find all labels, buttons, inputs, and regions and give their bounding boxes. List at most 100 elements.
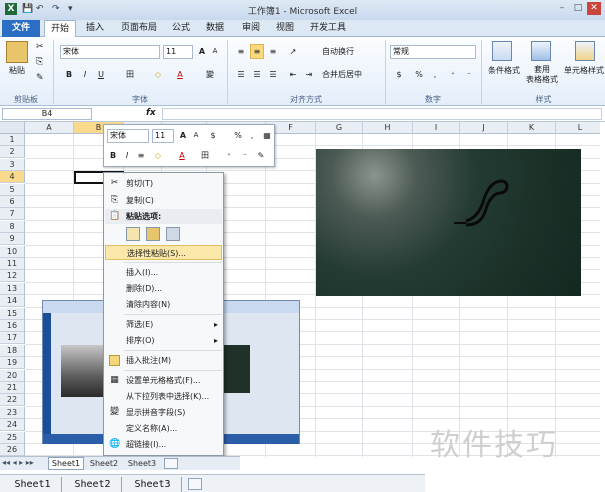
row-header-8[interactable]: 8 — [0, 220, 25, 233]
name-box[interactable]: B4 — [2, 108, 92, 120]
menu-item-hyperlink[interactable]: 🌐 超链接(I)... — [105, 437, 222, 452]
cell-styles-icon[interactable] — [575, 41, 595, 61]
row-header-16[interactable]: 16 — [0, 320, 25, 332]
row-header-13[interactable]: 13 — [0, 282, 25, 295]
currency-icon[interactable]: $ — [390, 67, 408, 82]
row-header-14[interactable]: 14 — [0, 295, 25, 308]
mini-bold-button[interactable]: B — [107, 148, 119, 163]
tab-view[interactable]: 视图 — [270, 20, 300, 37]
menu-item-paste-special[interactable]: 选择性粘贴(S)... — [105, 245, 222, 260]
tab-insert[interactable]: 插入 — [80, 20, 110, 37]
row-header-20[interactable]: 20 — [0, 369, 25, 382]
menu-item-cut[interactable]: ✂ 剪切(T) — [105, 176, 222, 191]
grow-font-button[interactable]: A — [196, 44, 208, 59]
menu-item-clear[interactable]: 清除内容(N) — [105, 297, 222, 312]
conditional-format-icon[interactable] — [492, 41, 512, 61]
menu-item-copy[interactable]: ⎘ 复制(C) — [105, 193, 222, 208]
shrink-font-button[interactable]: A — [209, 44, 221, 59]
redo-icon[interactable]: ↷ — [52, 3, 60, 16]
restore-button[interactable]: □ — [571, 2, 585, 15]
paste-values-icon[interactable] — [146, 227, 160, 241]
row-header-24[interactable]: 24 — [0, 419, 25, 432]
tab-home[interactable]: 开始 — [44, 20, 76, 38]
row-header-12[interactable]: 12 — [0, 270, 25, 283]
copy-icon[interactable]: ⎘ — [36, 57, 43, 67]
tab-data[interactable]: 数据 — [200, 20, 230, 37]
bottom-tab-sheet2[interactable]: Sheet2 — [64, 477, 122, 492]
tab-file[interactable]: 文件 — [2, 20, 40, 37]
column-header-j[interactable]: J — [460, 122, 508, 134]
mini-italic-button[interactable]: I — [121, 148, 133, 163]
paste-button[interactable]: 粘贴 — [4, 65, 30, 76]
number-format-combo[interactable]: 常规 — [390, 45, 476, 59]
column-header-a[interactable]: A — [25, 122, 74, 134]
mini-fill-color-icon[interactable]: ◇ — [151, 148, 165, 163]
cell-styles-button[interactable]: 单元格样式 — [563, 65, 605, 76]
menu-item-filter[interactable]: 筛选(E) ▸ — [105, 317, 222, 332]
sheet-nav-arrows-icon[interactable]: ◂◂ ◂ ▸ ▸▸ — [2, 458, 34, 467]
font-size-combo[interactable]: 11 — [163, 45, 193, 59]
mini-font-combo[interactable]: 宋体 — [107, 129, 149, 143]
formula-input[interactable] — [162, 108, 602, 120]
select-all-corner[interactable] — [0, 122, 25, 134]
paste-picture-icon[interactable] — [166, 227, 180, 241]
paste-option-icon[interactable] — [126, 227, 140, 241]
fill-color-icon[interactable]: ◇ — [150, 67, 166, 82]
mini-grow-font-button[interactable]: A — [177, 128, 189, 143]
row-header-7[interactable]: 7 — [0, 208, 25, 221]
mini-comma-button[interactable]: , — [246, 128, 258, 143]
mini-font-color-icon[interactable]: A — [175, 148, 189, 163]
percent-button[interactable]: % — [412, 67, 426, 82]
mini-decrease-decimal-icon[interactable]: ⁻ — [238, 148, 252, 163]
row-header-26[interactable]: 26 — [0, 444, 25, 456]
increase-decimal-icon[interactable]: ⁺ — [446, 67, 460, 82]
row-header-19[interactable]: 19 — [0, 357, 25, 370]
wrap-text-button[interactable]: 自动换行 — [322, 46, 354, 57]
menu-item-insert-comment[interactable]: 插入批注(M) — [105, 353, 222, 368]
font-name-combo[interactable]: 宋体 — [60, 45, 160, 59]
close-button[interactable]: ✕ — [587, 2, 601, 15]
column-header-h[interactable]: H — [363, 122, 413, 134]
increase-indent-icon[interactable]: ⇥ — [302, 67, 316, 82]
row-header-1[interactable]: 1 — [0, 134, 25, 146]
row-header-5[interactable]: 5 — [0, 183, 25, 196]
bottom-insert-sheet-icon[interactable] — [188, 478, 202, 490]
column-header-g[interactable]: G — [316, 122, 363, 134]
mini-align-icon[interactable]: ≡ — [135, 148, 147, 163]
menu-item-delete[interactable]: 删除(D)... — [105, 281, 222, 296]
row-header-4[interactable]: 4 — [0, 171, 25, 184]
decrease-decimal-icon[interactable]: ⁻ — [462, 67, 476, 82]
sheet-tab-2[interactable]: Sheet2 — [86, 458, 122, 470]
paste-icon[interactable] — [6, 41, 28, 63]
mini-increase-decimal-icon[interactable]: ⁺ — [222, 148, 236, 163]
merge-center-button[interactable]: 合并后居中 — [322, 69, 362, 80]
align-right-icon[interactable]: ☰ — [266, 67, 280, 82]
row-header-21[interactable]: 21 — [0, 382, 25, 394]
column-header-i[interactable]: I — [413, 122, 460, 134]
orientation-icon[interactable]: ↗ — [285, 44, 301, 59]
bottom-tab-sheet3[interactable]: Sheet3 — [124, 477, 182, 492]
row-header-22[interactable]: 22 — [0, 394, 25, 407]
row-header-23[interactable]: 23 — [0, 406, 25, 419]
row-header-18[interactable]: 18 — [0, 344, 25, 357]
align-top-icon[interactable]: ≡ — [234, 44, 248, 59]
row-header-3[interactable]: 3 — [0, 158, 25, 171]
row-header-15[interactable]: 15 — [0, 307, 25, 320]
save-icon[interactable]: 💾 — [22, 3, 33, 16]
font-color-icon[interactable]: A — [172, 67, 188, 82]
italic-button[interactable]: I — [78, 67, 92, 82]
menu-item-sort[interactable]: 排序(O) ▸ — [105, 333, 222, 348]
bold-button[interactable]: B — [62, 67, 76, 82]
insert-function-button[interactable]: fx — [146, 108, 156, 118]
align-middle-icon[interactable]: ≡ — [250, 44, 264, 59]
phonetic-icon[interactable]: 變 — [202, 67, 218, 82]
align-left-icon[interactable]: ☰ — [234, 67, 248, 82]
menu-item-pick-from-list[interactable]: 从下拉列表中选择(K)... — [105, 389, 222, 404]
mini-format-painter-icon[interactable]: ✎ — [254, 148, 268, 163]
sheet-tab-3[interactable]: Sheet3 — [124, 458, 160, 470]
border-icon[interactable]: 田 — [122, 67, 138, 82]
bottom-tab-sheet1[interactable]: Sheet1 — [4, 477, 62, 492]
underline-button[interactable]: U — [94, 67, 108, 82]
tab-page-layout[interactable]: 页面布局 — [114, 20, 164, 37]
row-header-25[interactable]: 25 — [0, 431, 25, 444]
